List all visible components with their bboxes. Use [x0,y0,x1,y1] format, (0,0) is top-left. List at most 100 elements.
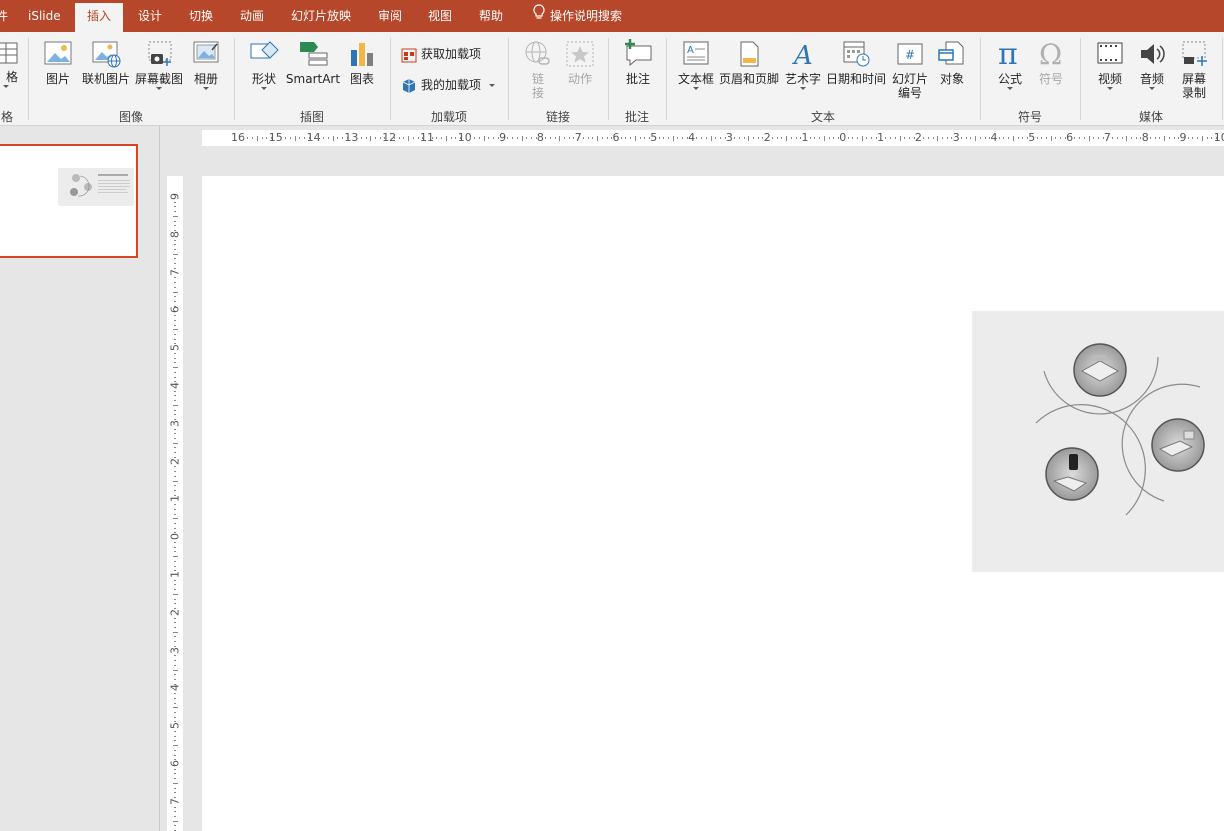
photo-album-button[interactable]: 相册 [188,40,224,90]
table-label: 格 [5,70,18,84]
tab-view[interactable]: 视图 [428,0,452,32]
ruler-tick [998,137,1000,139]
symbol-button[interactable]: Ω 符号 [1033,38,1069,86]
screenshot-icon [148,41,172,66]
chart-button[interactable]: 图表 [344,40,380,86]
comment-button[interactable]: 批注 [620,38,656,86]
chart-label: 图表 [349,72,374,86]
ruler-tick [174,362,176,364]
header-footer-button[interactable]: 页眉和页脚 [718,40,780,86]
svg-text:A: A [687,45,694,56]
tab-insert[interactable]: 插入 [75,3,124,32]
photo-album-icon [193,41,219,63]
ruler-tick [172,556,178,558]
group-label-symbols: 符号 [1017,110,1042,124]
screenshot-button[interactable]: 屏幕截图 [133,40,185,90]
link-button[interactable]: 链 接 [521,40,555,100]
slide-image[interactable] [972,311,1224,572]
ruler-tick [455,137,457,139]
ruler-tick [658,137,660,139]
audio-button[interactable]: 音频 [1134,40,1170,90]
action-star-icon [566,41,594,67]
my-addins-button[interactable]: 我的加载项 [401,75,496,95]
ruler-tick [174,565,176,567]
ruler-label: 10 [1213,131,1224,144]
slide-number-icon: # [897,43,923,65]
tab-review[interactable]: 审阅 [378,0,402,32]
ruler-tick [174,641,176,643]
ruler-tick [174,376,176,378]
bar-chart-icon [351,43,373,66]
ruler-label: 4 [688,131,696,144]
ruler-tick [285,137,287,139]
ruler-tick [174,357,176,359]
datetime-label: 日期和时间 [825,72,886,86]
ruler-tick [908,137,910,139]
tell-me-search[interactable]: 操作说明搜索 [532,0,622,32]
pi-icon: π [998,38,1018,68]
ruler-tick [441,137,443,139]
tab-file[interactable]: 件 [0,0,8,32]
ruler-tick [1211,137,1213,139]
horizontal-ruler: 16151413121110987654321012345678910 [202,130,1224,146]
ruler-tick [174,523,176,525]
online-picture-icon [92,41,121,68]
get-addins-button[interactable]: 获取加载项 [401,44,481,64]
action-button[interactable]: 动作 [562,40,598,86]
ruler-tick [1093,137,1095,139]
ruler-tick [174,371,176,373]
chevron-down-icon [156,87,162,90]
equation-button[interactable]: π 公式 [992,38,1028,90]
ruler-tick [172,782,178,784]
chevron-down-icon [203,87,209,90]
ruler-tick [1197,137,1199,139]
ruler-tick [1135,137,1137,139]
tab-help[interactable]: 帮助 [479,0,503,32]
ruler-tick [861,135,863,141]
datetime-button[interactable]: 日期和时间 [825,40,887,86]
screen-recording-button[interactable]: 屏幕 录制 [1176,40,1212,100]
tab-transitions[interactable]: 切换 [189,0,213,32]
ruler-tick [852,137,854,139]
ruler-tick [474,137,476,139]
symbol-label: 符号 [1038,72,1063,86]
ruler-tick [174,693,176,695]
slide-thumbnail[interactable] [0,144,138,258]
video-button[interactable]: 视频 [1092,40,1128,90]
chevron-down-icon [1107,87,1113,90]
ruler-tick [174,338,176,340]
group-label-images: 图像 [118,110,143,124]
ruler-tick [960,137,962,139]
pictures-label: 图片 [45,72,70,86]
ruler-tick [393,137,395,139]
table-button[interactable]: 格 [0,40,20,88]
tab-slideshow[interactable]: 幻灯片放映 [291,0,351,32]
shapes-button[interactable]: 形状 [246,40,282,90]
ruler-tick [970,137,972,139]
ruler-tick [174,730,176,732]
my-addins-label: 我的加载项 [421,78,482,92]
ruler-label: 8 [1141,131,1149,144]
object-button[interactable]: 对象 [934,40,970,86]
ruler-tick [174,622,176,624]
ruler-tick [174,712,176,714]
ruler-tick [174,400,176,402]
ruler-label: 0 [839,131,847,144]
ruler-tick [667,137,669,139]
wordart-button[interactable]: A 艺术字 [783,40,823,90]
object-label: 对象 [939,72,964,86]
tab-islide[interactable]: iSlide [28,0,61,32]
online-pictures-button[interactable]: 联机图片 [80,40,132,86]
textbox-button[interactable]: A 文本框 [676,40,716,90]
slide-number-button[interactable]: # 幻灯片 编号 [890,40,930,100]
pictures-button[interactable]: 图片 [40,40,76,86]
tab-design[interactable]: 设计 [138,0,162,32]
header-footer-label: 页眉和页脚 [718,72,779,86]
tab-animations[interactable]: 动画 [240,0,264,32]
slide-canvas[interactable] [202,176,1224,831]
ruler-tick [942,137,944,139]
smartart-button[interactable]: SmartArt [284,40,342,86]
ruler-tick [174,211,176,213]
ruler-label: 5 [168,344,182,352]
ruler-tick [408,135,410,141]
